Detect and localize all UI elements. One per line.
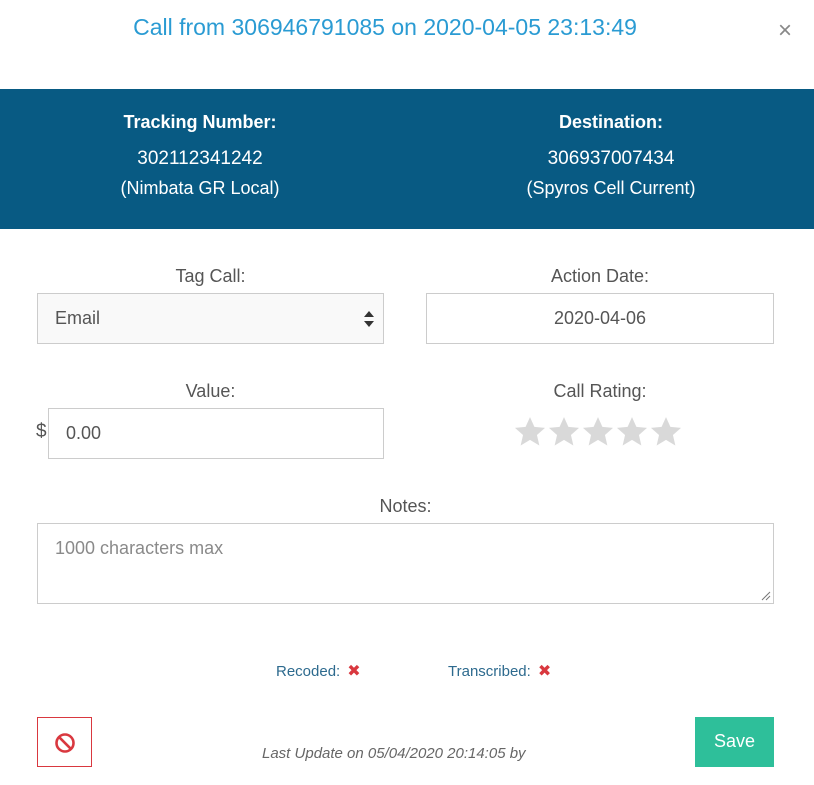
- recoded-x-icon: ✖: [347, 663, 361, 680]
- rating-star-icon[interactable]: [649, 414, 683, 450]
- modal-title: Call from 306946791085 on 2020-04-05 23:…: [133, 14, 637, 40]
- transcribed-status: Transcribed: ✖: [448, 661, 551, 681]
- ban-icon: [55, 733, 75, 753]
- value-input[interactable]: 0.00: [48, 408, 384, 459]
- currency-symbol: $: [36, 421, 47, 442]
- notes-textarea[interactable]: 1000 characters max: [37, 523, 774, 604]
- recoded-label: Recoded:: [276, 663, 341, 680]
- call-rating-label: Call Rating:: [553, 381, 647, 401]
- action-date-input[interactable]: 2020-04-06: [426, 293, 774, 344]
- tracking-number-label: Tracking Number:: [123, 112, 277, 132]
- destination-name: (Spyros Cell Current): [526, 178, 696, 198]
- rating-star-icon[interactable]: [547, 414, 581, 450]
- tag-call-select[interactable]: Email: [37, 293, 384, 344]
- rating-star-icon[interactable]: [513, 414, 547, 450]
- rating-star-icon[interactable]: [615, 414, 649, 450]
- action-date-label: Action Date:: [550, 266, 650, 286]
- tag-call-label: Tag Call:: [175, 266, 246, 286]
- select-arrows-icon: [364, 311, 374, 327]
- last-update-text: Last Update on 05/04/2020 20:14:05 by: [262, 745, 526, 762]
- close-icon: ×: [777, 17, 792, 44]
- destination-value: 306937007434: [547, 148, 675, 169]
- tracking-number-value: 302112341242: [137, 148, 263, 169]
- value-label: Value:: [185, 381, 236, 401]
- resize-grip-icon[interactable]: [761, 591, 771, 601]
- call-info-band: Tracking Number: 302112341242 (Nimbata G…: [0, 89, 814, 229]
- tag-call-selected-value: Email: [55, 308, 101, 328]
- close-button[interactable]: ×: [774, 19, 796, 43]
- destination-block: Destination: 306937007434 (Spyros Cell C…: [461, 112, 761, 199]
- notes-label: Notes:: [379, 496, 432, 516]
- transcribed-label: Transcribed:: [448, 663, 531, 680]
- cancel-button[interactable]: [37, 717, 92, 767]
- call-rating-stars: [513, 414, 683, 450]
- transcribed-x-icon: ✖: [537, 663, 552, 680]
- rating-star-icon[interactable]: [581, 414, 615, 450]
- recoded-status: Recoded: ✖: [276, 661, 361, 681]
- save-button[interactable]: Save: [695, 717, 774, 767]
- destination-label: Destination:: [558, 112, 663, 132]
- notes-placeholder: 1000 characters max: [55, 538, 224, 558]
- tracking-number-block: Tracking Number: 302112341242 (Nimbata G…: [50, 112, 350, 199]
- tracking-number-name: (Nimbata GR Local): [120, 178, 280, 198]
